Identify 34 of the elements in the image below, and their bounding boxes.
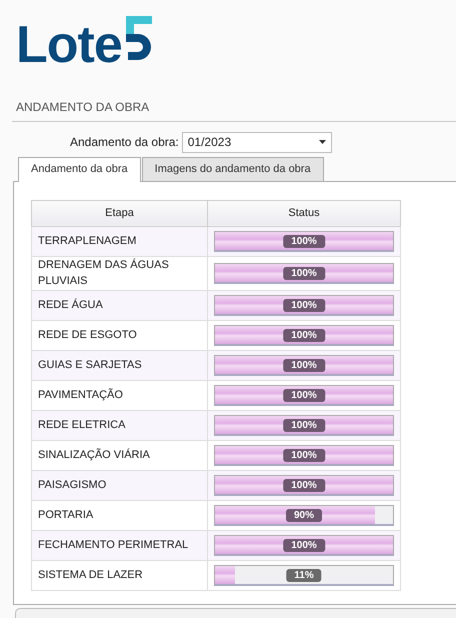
period-dropdown[interactable]: 01/2023 — [182, 132, 332, 152]
progress-label: 100% — [283, 358, 325, 372]
progress-label: 11% — [286, 568, 322, 582]
table-cell: PAVIMENTAÇÃO — [32, 380, 208, 410]
tab[interactable]: Imagens do andamento da obra — [142, 156, 324, 180]
caret-icon — [318, 140, 326, 144]
table-cell: REDE ELETRICA — [32, 410, 208, 440]
progress-label: 100% — [283, 478, 325, 492]
table-cell: TERRAPLENAGEM — [32, 226, 208, 256]
progress-label: 100% — [283, 418, 325, 432]
progress-label: 100% — [283, 266, 325, 280]
progress-label: 100% — [283, 448, 325, 462]
progress-label: 100% — [283, 234, 325, 248]
table-cell: SINALIZAÇÃO VIÁRIA — [32, 440, 208, 470]
table-cell: GUIAS E SARJETAS — [32, 350, 208, 380]
table-cell: SISTEMA DE LAZER — [32, 560, 208, 590]
logo-mark-icon — [124, 16, 154, 62]
logo-text: Lote — [16, 22, 122, 68]
tab[interactable]: Andamento da obra — [18, 156, 141, 182]
progress-label: 100% — [283, 538, 325, 552]
table-cell: PAISAGISMO — [32, 470, 208, 500]
section-title: ANDAMENTO DA OBRA — [16, 99, 150, 116]
column-header: Status — [208, 200, 400, 226]
table-cell: REDE ÁGUA — [32, 290, 208, 320]
progress-label: 90% — [286, 508, 322, 522]
filter-label: Andamento da obra: — [70, 134, 179, 151]
progress-label: 100% — [283, 298, 325, 312]
table-cell: PORTARIA — [32, 500, 208, 530]
table-cell: REDE DE ESGOTO — [32, 320, 208, 350]
column-header: Etapa — [32, 200, 208, 226]
table-cell: DRENAGEM DAS ÁGUAS PLUVIAIS — [32, 256, 208, 290]
progress-label: 100% — [283, 328, 325, 342]
progress-label: 100% — [283, 388, 325, 402]
table-cell: FECHAMENTO PERIMETRAL — [32, 530, 208, 560]
